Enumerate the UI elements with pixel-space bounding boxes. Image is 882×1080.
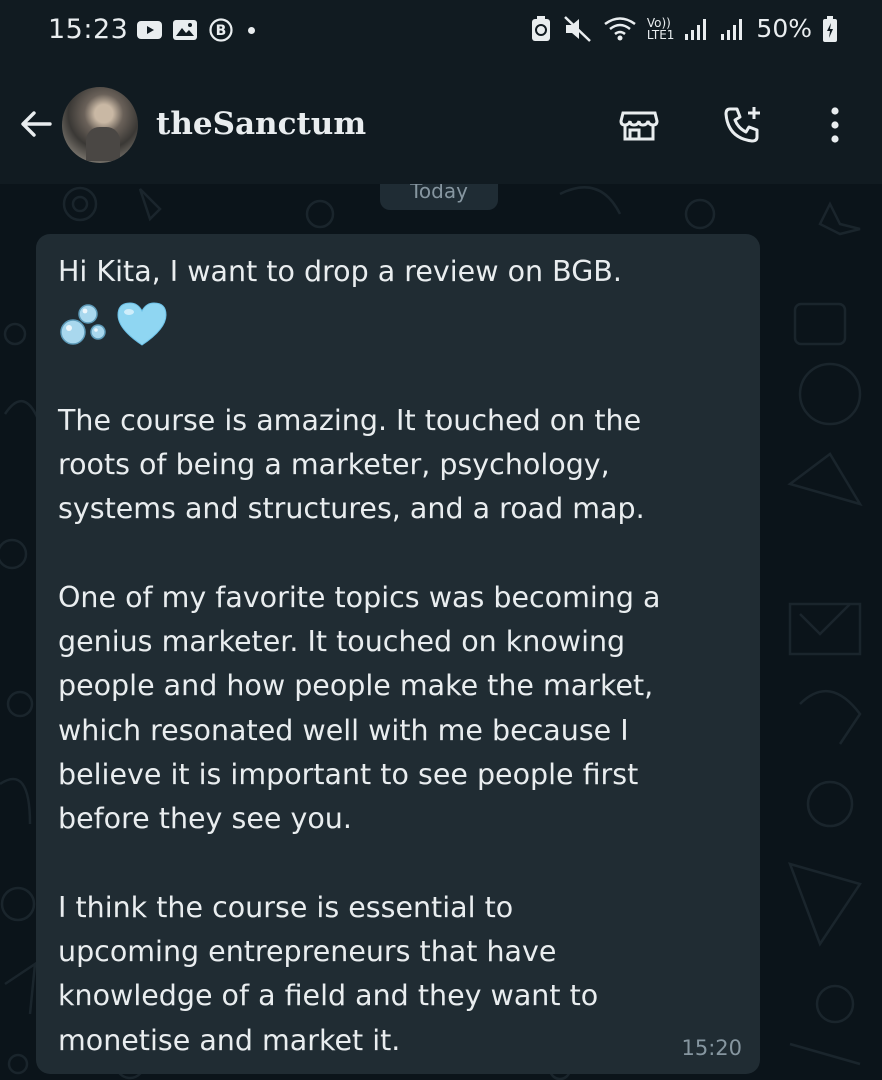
status-bar: 15:23 B Vo)) LTE1 50%	[0, 0, 882, 66]
chat-header: theSanctum	[0, 66, 882, 184]
message-line: genius marketer. It touched on knowing	[58, 625, 626, 659]
svg-text:B: B	[216, 23, 227, 39]
message-text: Hi Kita, I want to drop a review on BGB.…	[58, 250, 748, 1063]
message-line: roots of being a marketer, psychology,	[58, 447, 610, 481]
volte-indicator: Vo)) LTE1	[647, 17, 675, 41]
volte-top-text: Vo))	[646, 15, 671, 30]
message-line: upcoming entrepreneurs that have	[58, 935, 557, 969]
message-time: 15:20	[681, 1036, 742, 1060]
message-line	[58, 531, 748, 575]
avatar[interactable]	[62, 87, 138, 163]
wifi-icon	[604, 16, 636, 40]
message-line	[58, 842, 748, 886]
message-line: knowledge of a field and they want to	[58, 979, 599, 1013]
mute-icon	[563, 15, 591, 42]
message-line: believe it is important to see people fi…	[58, 757, 639, 791]
message-line: systems and structures, and a road map.	[58, 492, 645, 526]
more-options-icon[interactable]	[814, 104, 856, 146]
battery-icon	[823, 15, 837, 42]
add-call-icon[interactable]	[722, 104, 764, 146]
message-line: I think the course is essential to	[58, 890, 514, 924]
status-time: 15:23	[48, 14, 129, 45]
bubbles-emoji	[60, 304, 106, 346]
system-indicators: Vo)) LTE1 50%	[529, 14, 838, 43]
message-line: Hi Kita, I want to drop a review on BGB.	[58, 255, 622, 288]
emoji-row	[58, 294, 748, 354]
youtube-icon	[137, 21, 162, 39]
message-line	[58, 354, 748, 398]
battery-saver-icon	[531, 15, 550, 41]
message-line: which resonated well with me because I	[58, 713, 629, 747]
contact-name[interactable]: theSanctum	[156, 106, 366, 142]
chat-area[interactable]: Today Hi Kita, I want to drop a review o…	[0, 184, 882, 1080]
store-icon[interactable]	[618, 104, 660, 146]
message-line: people and how people make the market,	[58, 669, 654, 703]
gallery-icon	[173, 20, 197, 40]
back-arrow-icon[interactable]	[16, 104, 56, 144]
battery-percent: 50%	[756, 14, 812, 43]
message-line: before they see you.	[58, 802, 352, 836]
volte-bottom-text: LTE1	[646, 27, 675, 42]
signal-icon	[685, 18, 707, 40]
message-line: One of my favorite topics was becoming a	[58, 580, 661, 614]
b-badge-icon: B	[209, 18, 233, 42]
message-line: monetise and market it.	[58, 1023, 401, 1057]
more-notifications-dot	[248, 26, 255, 34]
notification-icons: B	[136, 18, 255, 42]
signal-icon	[721, 18, 743, 40]
light-blue-heart-emoji	[117, 302, 167, 346]
message-line: The course is amazing. It touched on the	[58, 403, 642, 437]
date-chip: Today	[380, 184, 498, 210]
message-bubble[interactable]: Hi Kita, I want to drop a review on BGB.…	[36, 234, 760, 1074]
